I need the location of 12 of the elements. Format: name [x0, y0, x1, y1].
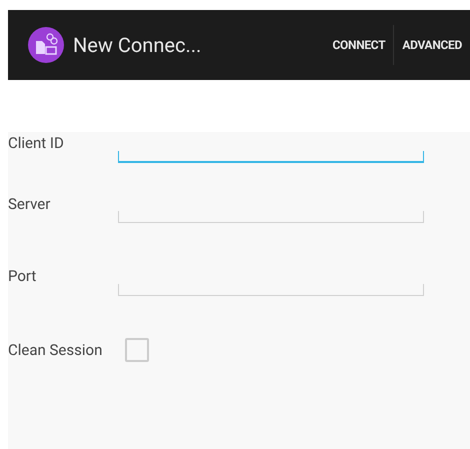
app-icon	[28, 27, 64, 63]
input-field[interactable]	[118, 211, 424, 223]
checkbox-label: Clean Session	[8, 340, 104, 360]
action-button[interactable]: CONNECT	[324, 10, 394, 80]
field-label: Port	[8, 266, 38, 287]
input-field[interactable]	[118, 150, 424, 162]
field-label: Client ID	[8, 133, 65, 154]
screen-title: New Connec...	[73, 32, 202, 59]
action-button[interactable]: ADVANCED	[394, 10, 470, 80]
field-label: Server	[8, 194, 52, 214]
input-field[interactable]	[118, 284, 424, 296]
checkbox[interactable]	[125, 338, 149, 362]
